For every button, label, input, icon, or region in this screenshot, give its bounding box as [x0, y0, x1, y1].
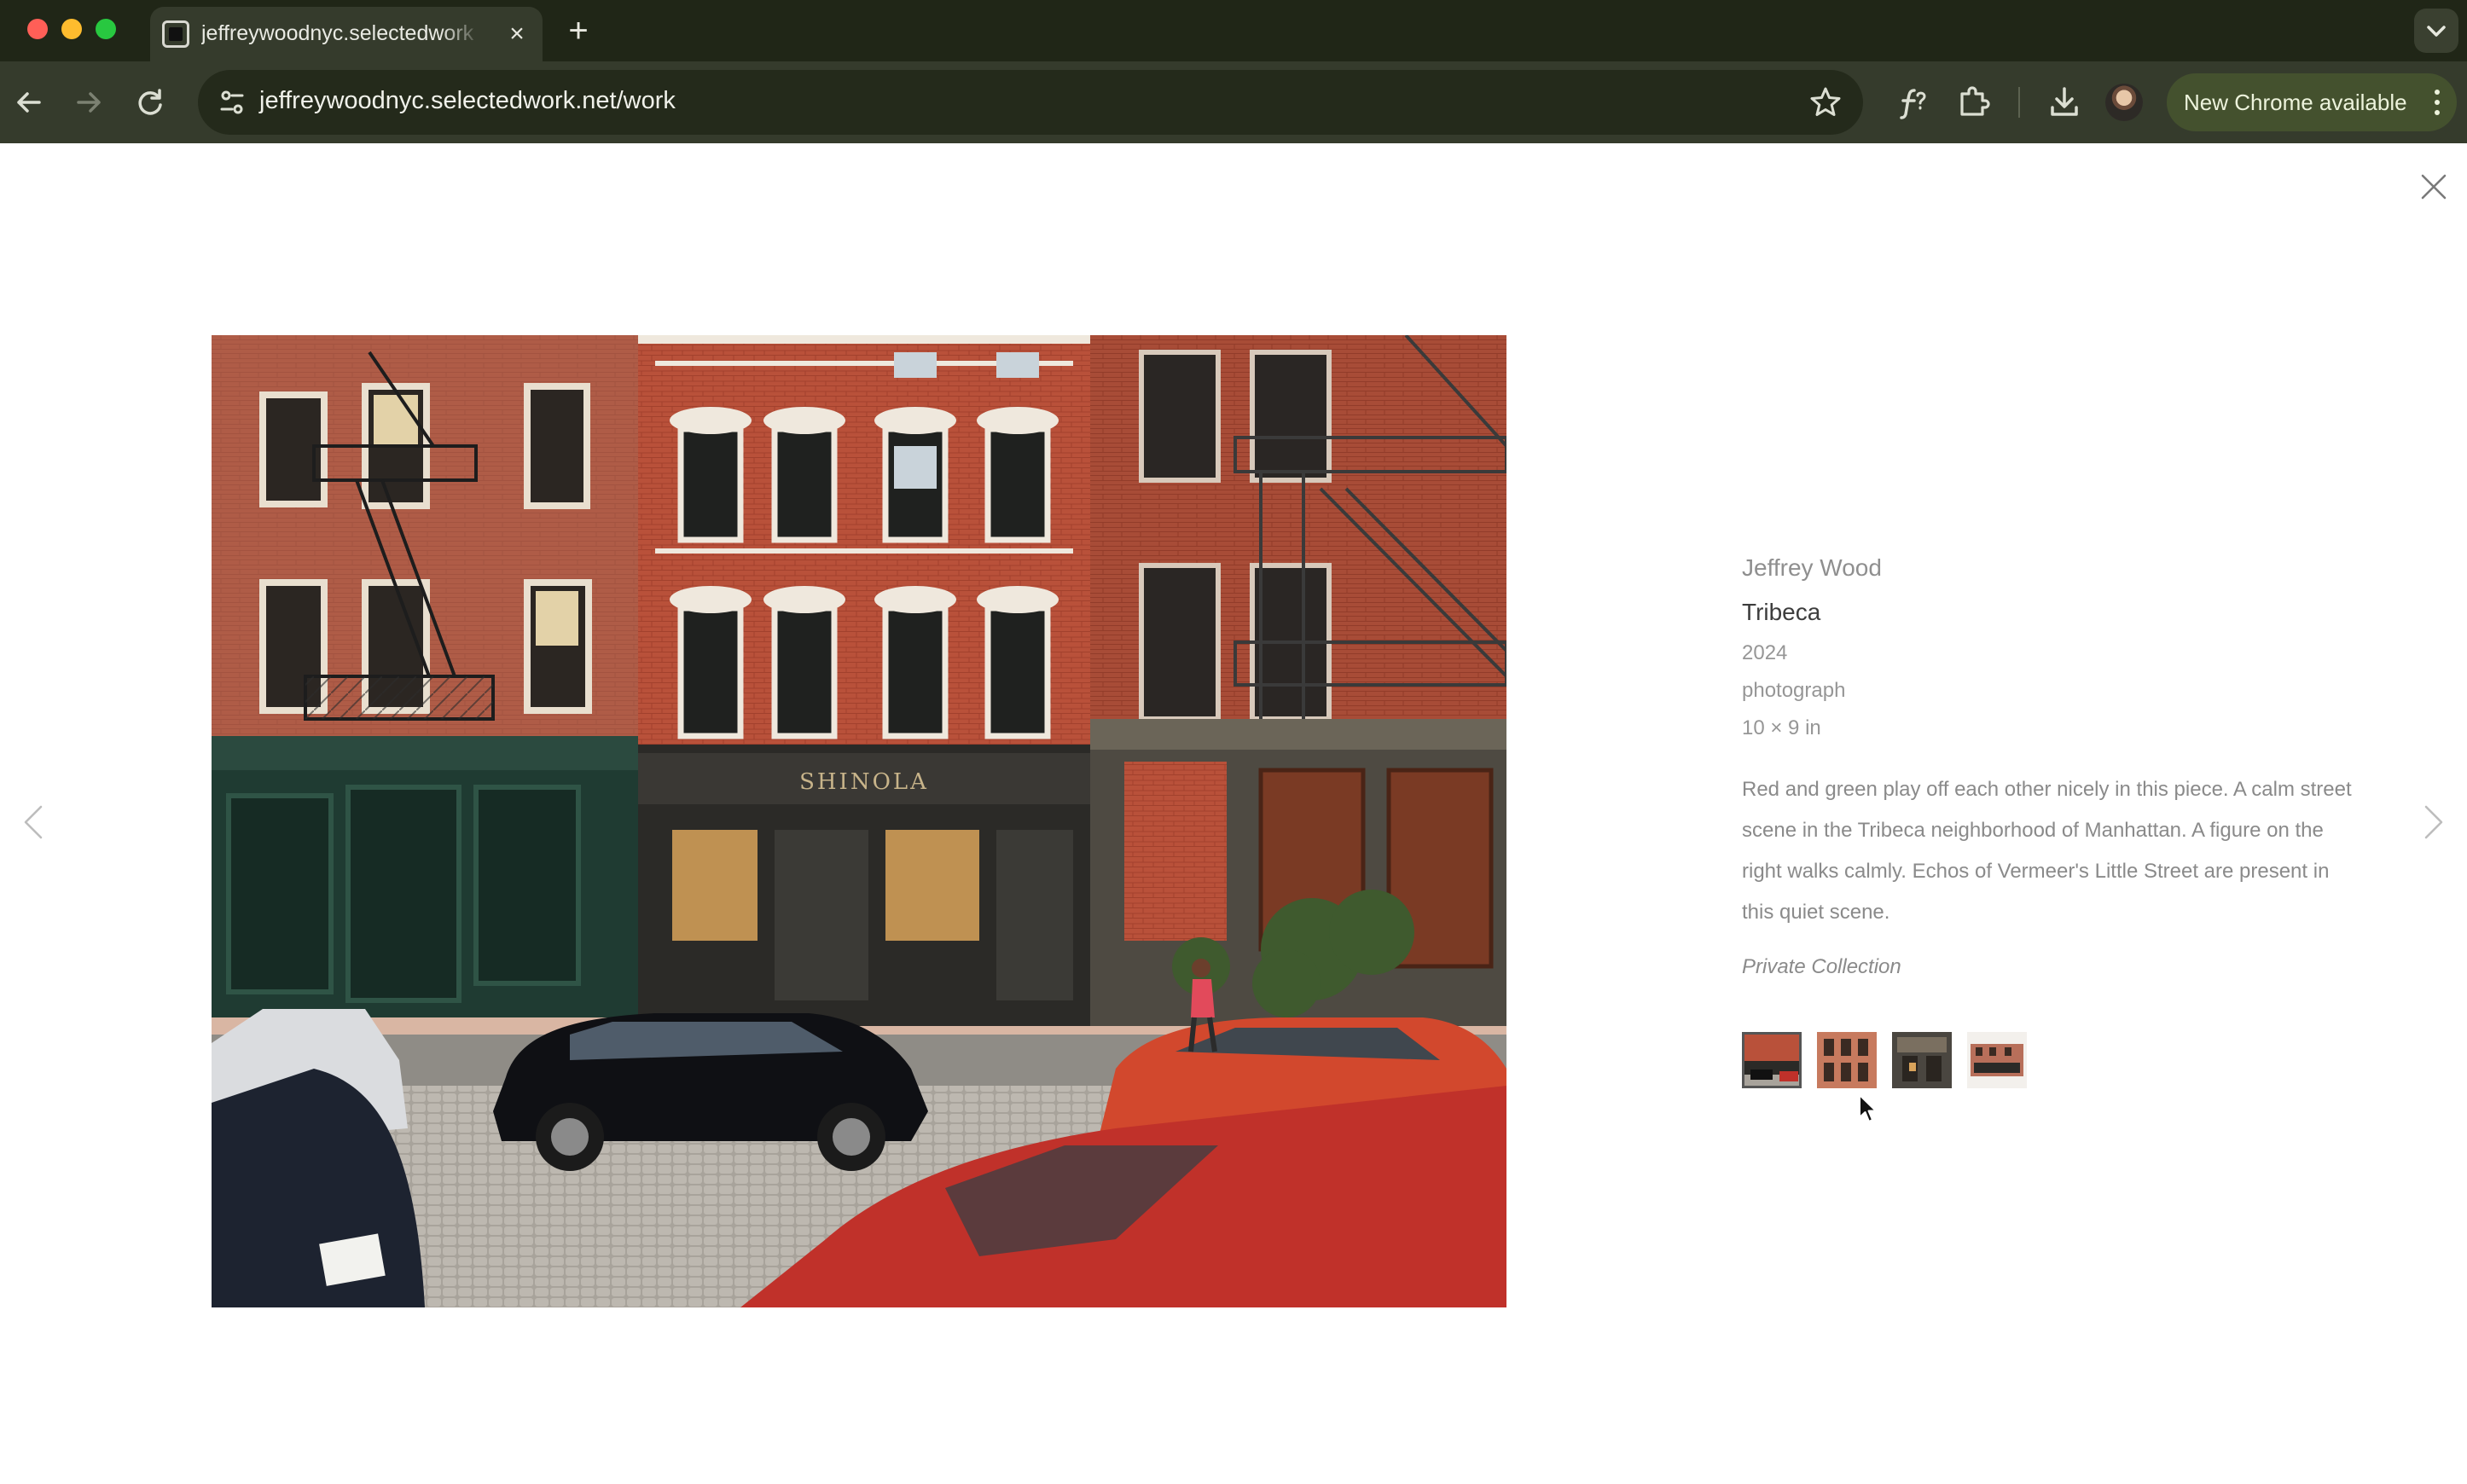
browser-tab[interactable]: jeffreywoodnyc.selectedwork ×: [150, 7, 543, 61]
star-icon[interactable]: [1805, 82, 1846, 123]
close-window-button[interactable]: [27, 19, 48, 39]
minimize-window-button[interactable]: [61, 19, 82, 39]
street-photo: SHINOLA: [212, 335, 1506, 1307]
artwork-title: Tribeca: [1742, 599, 1821, 625]
thumbnail-image: [1817, 1032, 1877, 1088]
artwork-image[interactable]: SHINOLA: [212, 335, 1506, 1307]
forward-button[interactable]: [65, 78, 113, 126]
downloads-button[interactable]: [2040, 78, 2088, 126]
font-extension-button[interactable]: [1889, 78, 1936, 126]
thumbnail-image: [1967, 1032, 2027, 1088]
artwork-dimensions: 10 × 9 in: [1742, 716, 1821, 739]
thumbnail-3[interactable]: [1892, 1032, 1952, 1088]
reload-icon: [138, 89, 162, 115]
next-arrow-icon[interactable]: [2419, 802, 2448, 843]
maximize-window-button[interactable]: [96, 19, 116, 39]
previous-arrow-icon[interactable]: [19, 802, 48, 843]
toolbar-divider: [2018, 87, 2020, 118]
more-vert-icon: [2435, 90, 2440, 115]
extensions-icon: [1960, 86, 1990, 116]
favicon-icon: [162, 20, 189, 48]
forward-arrow-icon: [77, 92, 101, 113]
site-info-icon[interactable]: [212, 82, 253, 123]
back-arrow-icon: [17, 92, 41, 113]
thumbnail-4[interactable]: [1967, 1032, 2027, 1088]
profile-avatar[interactable]: [2105, 84, 2143, 121]
thumbnail-image: [1742, 1032, 1802, 1088]
mouse-cursor-icon: [1859, 1094, 1877, 1122]
new-chrome-available-button[interactable]: New Chrome available: [2167, 73, 2457, 131]
store-sign: SHINOLA: [799, 769, 929, 795]
download-icon: [2051, 87, 2078, 116]
new-tab-button[interactable]: +: [560, 12, 597, 49]
tab-close-icon[interactable]: ×: [502, 19, 532, 49]
artwork-medium: photograph: [1742, 679, 1846, 702]
tab-title: jeffreywoodnyc.selectedwork: [201, 21, 474, 45]
reload-button[interactable]: [126, 78, 174, 126]
thumbnail-2[interactable]: [1817, 1032, 1877, 1088]
artist-name: Jeffrey Wood: [1742, 554, 1882, 581]
artwork-year: 2024: [1742, 641, 1788, 664]
url-text[interactable]: jeffreywoodnyc.selectedwork.net/work: [259, 87, 676, 115]
tab-search-button[interactable]: [2414, 9, 2458, 53]
browser-toolbar: jeffreywoodnyc.selectedwork.net/work New…: [0, 61, 2467, 143]
artwork-collection: Private Collection: [1742, 955, 1901, 978]
thumbnail-1[interactable]: [1742, 1032, 1802, 1088]
close-icon[interactable]: [2418, 171, 2450, 203]
font-icon: [1900, 89, 1926, 119]
browser-tab-strip: jeffreywoodnyc.selectedwork × +: [0, 0, 2467, 61]
artwork-description: Red and green play off each other nicely…: [1742, 778, 2352, 924]
thumbnail-image: [1892, 1032, 1952, 1088]
update-label: New Chrome available: [2184, 90, 2407, 115]
chevron-down-icon: [2427, 26, 2446, 37]
extensions-button[interactable]: [1950, 78, 1998, 126]
back-button[interactable]: [5, 78, 53, 126]
address-bar[interactable]: jeffreywoodnyc.selectedwork.net/work: [198, 70, 1863, 135]
thumbnail-strip: [1742, 1032, 2049, 1092]
